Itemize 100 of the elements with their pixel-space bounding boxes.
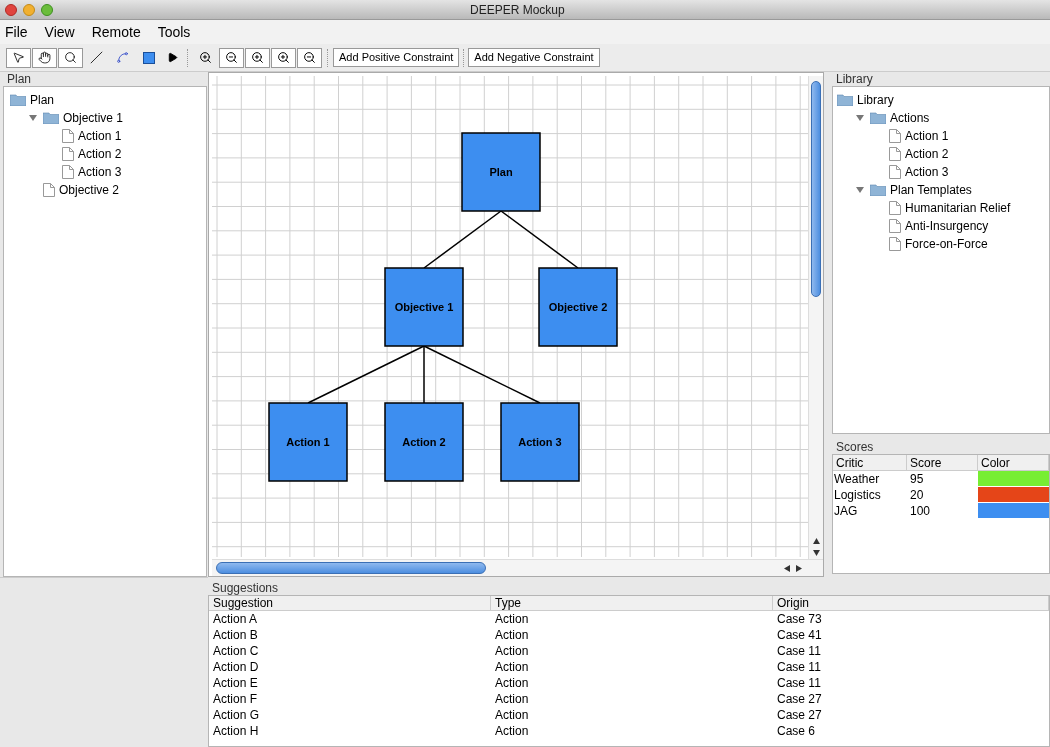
magnifier-icon (303, 51, 316, 64)
table-cell-text: Action D (212, 659, 260, 675)
tree-item[interactable]: Action 2 (905, 145, 949, 163)
document-icon (62, 129, 74, 143)
close-icon[interactable] (5, 3, 17, 16)
tree-item[interactable]: Action 1 (78, 127, 122, 145)
column-header[interactable]: Color (978, 455, 1049, 471)
scroll-up-icon[interactable] (812, 538, 820, 544)
column-header[interactable]: Type (491, 596, 773, 611)
magnifier-icon (199, 51, 212, 64)
diagram-node[interactable]: Action 2 (384, 402, 464, 482)
tree-item[interactable]: Plan Templates (890, 181, 972, 199)
table-cell-text: Case 11 (776, 643, 822, 659)
tree-item[interactable]: Action 2 (78, 145, 122, 163)
zoom-button[interactable] (271, 47, 296, 68)
panel-title: Suggestions (211, 581, 280, 595)
table-cell-text: Action F (212, 691, 258, 707)
table-cell-text: Action (494, 707, 530, 723)
scroll-left-icon[interactable] (784, 564, 790, 572)
scroll-thumb[interactable] (811, 81, 821, 297)
diagram-node[interactable]: Objective 2 (538, 267, 618, 347)
table-cell-text: Case 27 (776, 691, 823, 707)
vertical-scrollbar[interactable] (808, 76, 823, 559)
column-header[interactable]: Suggestion (209, 596, 491, 611)
table-cell-text: JAG (833, 503, 859, 519)
window-title: DEEPER Mockup (470, 1, 565, 19)
table-cell-text: Action (494, 723, 530, 739)
tool-button[interactable] (58, 47, 83, 68)
document-icon (889, 129, 901, 143)
tree-item[interactable]: Objective 2 (59, 181, 120, 199)
table-cell-text: Case 73 (776, 611, 823, 627)
folder-icon (837, 94, 853, 106)
tool-button[interactable] (32, 47, 57, 68)
tree-item[interactable]: Action 1 (905, 127, 949, 145)
diagram-node[interactable]: Objective 1 (384, 267, 464, 347)
expanded-triangle-icon[interactable] (29, 114, 37, 122)
document-icon (62, 147, 74, 161)
folder-icon (870, 184, 886, 196)
magnifier-icon (277, 51, 290, 64)
table-cell-text: Action B (212, 627, 259, 643)
tree-item[interactable]: Anti-Insurgency (905, 217, 989, 235)
document-icon (889, 237, 901, 251)
table-cell-text: Case 41 (776, 627, 823, 643)
table-cell-text: Action A (212, 611, 259, 627)
scroll-down-icon[interactable] (812, 550, 820, 556)
table-cell-text: Action E (212, 675, 259, 691)
document-icon (889, 147, 901, 161)
document-icon (62, 165, 74, 179)
menu-item[interactable]: Remote (91, 21, 141, 43)
tree-item[interactable]: Objective 1 (63, 109, 124, 127)
table-cell-text: Case 6 (776, 723, 817, 739)
table-cell-text: 100 (909, 503, 932, 519)
tree-item[interactable]: Library (857, 91, 894, 109)
tool-button[interactable] (6, 47, 31, 68)
play-icon (166, 52, 178, 63)
document-icon (889, 219, 901, 233)
tree-item[interactable]: Force-on-Force (905, 235, 988, 253)
column-header[interactable]: Critic (833, 455, 907, 471)
zoom-button[interactable] (245, 47, 270, 68)
constraint-button[interactable]: Add Negative Constraint (468, 48, 600, 67)
folder-icon (10, 94, 26, 106)
tree-item[interactable]: Humanitarian Relief (905, 199, 1011, 217)
horizontal-scrollbar[interactable] (212, 559, 823, 576)
document-icon (43, 183, 55, 197)
table-cell-text: Action G (212, 707, 261, 723)
square-icon (142, 51, 155, 64)
tree-item[interactable]: Action 3 (78, 163, 122, 181)
expanded-triangle-icon[interactable] (856, 186, 864, 194)
column-header[interactable]: Score (907, 455, 978, 471)
diagram-node[interactable]: Action 1 (268, 402, 348, 482)
menu-item[interactable]: File (5, 21, 28, 43)
scroll-right-icon[interactable] (796, 564, 802, 572)
table-cell-text: Logistics (833, 487, 882, 503)
scroll-thumb[interactable] (216, 562, 486, 574)
menu-item[interactable]: View (44, 21, 75, 43)
zoom-icon[interactable] (41, 3, 53, 16)
diagram-node[interactable]: Action 3 (500, 402, 580, 482)
menu-item[interactable]: Tools (157, 21, 191, 43)
tree-item[interactable]: Actions (890, 109, 930, 127)
document-icon (889, 201, 901, 215)
panel-title: Plan (6, 72, 33, 86)
document-icon (889, 165, 901, 179)
zoom-button[interactable] (219, 47, 244, 68)
table-cell-text: Action (494, 675, 530, 691)
table-cell-text: Action (494, 643, 530, 659)
table-cell-text: Action H (212, 723, 260, 739)
table-cell-text: Action (494, 611, 530, 627)
tree-item[interactable]: Action 3 (905, 163, 949, 181)
zoom-button[interactable] (297, 47, 322, 68)
table-cell-text: Weather (833, 471, 881, 487)
table-cell-text: Action (494, 659, 530, 675)
column-header[interactable]: Origin (773, 596, 1049, 611)
diagram-node[interactable]: Plan (461, 132, 541, 212)
expanded-triangle-icon[interactable] (856, 114, 864, 122)
tree-item[interactable]: Plan (30, 91, 55, 109)
table-cell-text: Action C (212, 643, 260, 659)
magnifier-icon (225, 51, 238, 64)
folder-icon (870, 112, 886, 124)
constraint-button[interactable]: Add Positive Constraint (333, 48, 460, 67)
hand-icon (38, 51, 51, 64)
